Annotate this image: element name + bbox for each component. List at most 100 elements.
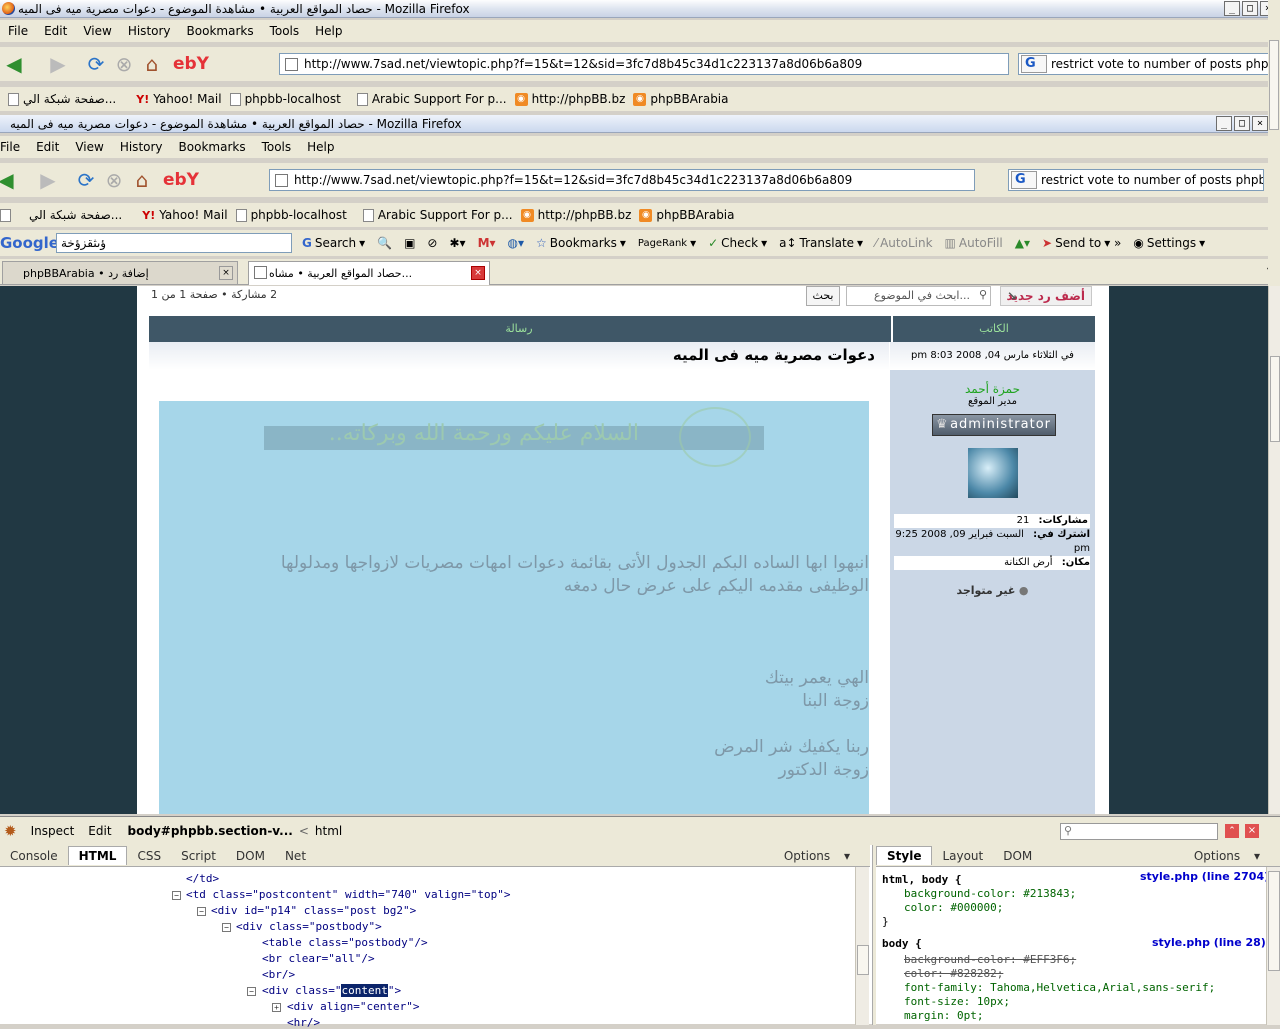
maximize-button[interactable]: □ [1234,116,1250,131]
maximize-button[interactable]: □ [1242,1,1258,16]
stop-icon[interactable]: ⊗ [100,166,128,194]
menu-bookmarks[interactable]: Bookmarks [179,24,262,38]
author-name[interactable]: حمزة أحمد [890,382,1095,396]
css-declaration[interactable]: font-size: 10px; [904,995,1010,1008]
outer-scrollbar-thumb[interactable] [1269,40,1279,130]
css-declaration[interactable]: margin: 0pt; [904,1009,983,1022]
bookmark-item[interactable]: صفحة شبكة الي... [8,92,116,106]
tab-script[interactable]: Script [171,847,226,865]
ebay-icon[interactable]: ebY [156,166,206,194]
menu-help[interactable]: Help [299,140,342,154]
html-line[interactable]: <br/> [262,968,295,981]
bookmark-item[interactable]: Arabic Support For p... [362,208,513,222]
zoom-icon[interactable]: 🔍 [377,236,392,250]
bookmark-item[interactable]: phpbb-localhost [235,208,347,222]
collapse-icon[interactable]: − [247,987,256,996]
html-line-selected[interactable]: <div class="content"> [262,984,401,997]
css-declaration-overridden[interactable]: background-color: #EFF3F6; [904,953,1076,966]
expand-icon[interactable]: + [272,1003,281,1012]
bookmark-item[interactable]: Y! Yahoo! Mail [142,208,227,222]
back-icon[interactable]: ◀ [0,166,20,194]
style-scrollbar[interactable] [1266,867,1280,1025]
menu-file[interactable]: File [0,140,28,154]
collapse-icon[interactable]: − [197,907,206,916]
tab-console[interactable]: Console [0,847,68,865]
topic-search-input[interactable]: ابحث في الموضوع... ⚲ [846,286,991,306]
google-search-button[interactable]: G Search ▾ [302,236,365,250]
translate-button[interactable]: a↕ Translate ▾ [779,236,863,250]
menu-tools[interactable]: Tools [262,24,308,38]
bookmark-item[interactable]: ◉ http://phpBB.bz [520,208,631,222]
send-to-button[interactable]: ➤ Send to ▾ » [1042,236,1121,250]
google-engine-icon[interactable]: G [1011,171,1037,189]
html-line[interactable]: <br clear="all"/> [262,952,375,965]
css-declaration[interactable]: background-color: #213843; [904,887,1076,900]
css-declaration[interactable]: color: #000000; [904,901,1003,914]
inspect-button[interactable]: Inspect [31,824,75,838]
html-scrollbar-thumb[interactable] [857,945,869,975]
html-line[interactable]: <div class="postbody"> [236,920,382,933]
breadcrumb-html[interactable]: html [315,824,342,838]
page-scrollbar[interactable] [1268,286,1280,814]
menu-file[interactable]: File [0,24,36,38]
detach-icon[interactable]: ⌃ [1225,824,1239,838]
puzzle-icon[interactable]: ✱▾ [449,236,465,250]
close-tab-icon[interactable]: × [219,266,233,280]
image-icon[interactable]: ▣ [404,236,415,250]
tab-net[interactable]: Net [275,847,316,865]
upload-icon[interactable]: ▲▾ [1015,236,1030,250]
collapse-icon[interactable]: − [172,891,181,900]
autolink-button[interactable]: ⁄ AutoLink [875,236,932,250]
reload-icon[interactable]: ⟳ [82,50,110,78]
edit-button[interactable]: Edit [88,824,111,838]
settings-button[interactable]: ◉ Settings ▾ [1133,236,1205,250]
back-icon[interactable]: ◀ [0,50,28,78]
dell-icon[interactable]: ◍▾ [508,236,525,250]
breadcrumb-body[interactable]: body#phpbb.section-v... [128,824,293,838]
html-line[interactable]: <div align="center"> [287,1000,419,1013]
bookmark-item[interactable]: ◉ phpBBArabia [633,92,729,106]
google-bookmarks-button[interactable]: ☆ Bookmarks ▾ [536,236,626,250]
menu-view[interactable]: View [75,24,119,38]
html-line[interactable]: </td> [186,872,219,885]
menu-tools[interactable]: Tools [254,140,300,154]
outer-scrollbar[interactable] [1268,0,1280,286]
menu-view[interactable]: View [67,140,111,154]
minimize-button[interactable]: _ [1224,1,1240,16]
bookmark-item[interactable]: Y! Yahoo! Mail [136,92,221,106]
scrollbar-thumb[interactable] [1270,356,1280,442]
forward-icon[interactable]: ▶ [34,166,62,194]
html-line[interactable]: <table class="postbody"/> [262,936,428,949]
outer-url-bar[interactable]: http://www.7sad.net/viewtopic.php?f=15&t… [279,53,1009,75]
home-icon[interactable]: ⌂ [128,166,156,194]
menu-edit[interactable]: Edit [28,140,67,154]
spellcheck-button[interactable]: ✓ Check ▾ [708,236,767,250]
bookmark-item[interactable]: صفحة شبكة الي... [0,208,122,222]
home-icon[interactable]: ⌂ [138,50,166,78]
tab-dom-side[interactable]: DOM [993,847,1042,865]
css-declaration-overridden[interactable]: color: #828282; [904,967,1003,980]
menu-edit[interactable]: Edit [36,24,75,38]
outer-search-input[interactable]: G restrict vote to number of posts phpbb [1018,53,1274,75]
html-line[interactable]: <td class="postcontent" width="740" vali… [186,888,511,901]
tab-html[interactable]: HTML [67,846,128,865]
firebug-icon[interactable]: ✹ [4,822,17,840]
html-scrollbar[interactable] [855,867,869,1025]
post-title[interactable]: دعوات مصرية ميه فى الميه [673,346,875,364]
compass-icon[interactable]: ⊘ [427,236,437,250]
forward-icon[interactable]: ▶ [44,50,72,78]
gmail-icon[interactable]: M▾ [478,236,496,250]
ebay-icon[interactable]: ebY [166,50,216,78]
menu-bookmarks[interactable]: Bookmarks [171,140,254,154]
bookmark-item[interactable]: ◉ http://phpBB.bz [514,92,625,106]
style-scrollbar-thumb[interactable] [1268,871,1280,971]
search-button[interactable]: بحث [806,286,840,306]
side-options-menu[interactable]: Options ▾ [1174,847,1270,865]
css-declaration[interactable]: font-family: Tahoma,Helvetica,Arial,sans… [904,981,1215,994]
bookmark-item[interactable]: phpbb-localhost [229,92,341,106]
menu-help[interactable]: Help [307,24,350,38]
minimize-button[interactable]: _ [1216,116,1232,131]
collapse-icon[interactable]: − [222,923,231,932]
firebug-search-input[interactable]: ⚲ [1060,823,1218,840]
css-source-link[interactable]: style.php (line 2704) [1140,870,1269,883]
